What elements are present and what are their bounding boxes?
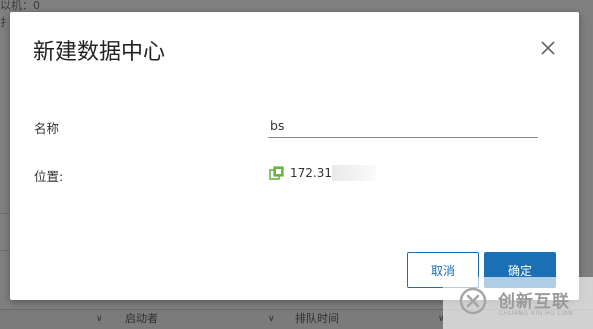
watermark: 创新互联 CHUANG XIN HU LIAN: [443, 277, 593, 329]
dialog-title: 新建数据中心: [33, 40, 166, 65]
column-label: 启动者: [125, 312, 158, 325]
brand-logo-icon: [459, 287, 487, 315]
background-column-chevron[interactable]: ∨: [96, 309, 106, 329]
watermark-subtitle: CHUANG XIN HU LIAN: [499, 310, 574, 317]
watermark-brand: 创新互联: [498, 292, 570, 312]
close-button[interactable]: [538, 38, 558, 58]
background-column-queue-time[interactable]: 排队时间 ∨: [295, 309, 455, 329]
chevron-down-icon: ∨: [268, 314, 275, 324]
new-datacenter-dialog: 新建数据中心 名称 位置: 172.31. 取消 确定: [10, 12, 579, 300]
chevron-down-icon: ∨: [96, 314, 103, 324]
name-label: 名称: [34, 121, 60, 136]
background-divider: [0, 213, 10, 214]
column-label: 排队时间: [295, 312, 339, 325]
name-input[interactable]: [268, 114, 538, 138]
background-column-initiator[interactable]: 启动者 ∨: [125, 309, 285, 329]
location-value: 172.31.: [290, 166, 336, 180]
location-label: 位置:: [34, 169, 64, 184]
datacenter-host-icon: [269, 166, 284, 180]
background-divider: [0, 250, 10, 251]
close-icon: [541, 41, 555, 55]
background-vm-count: 以机：0: [0, 0, 40, 12]
redacted-region: [332, 165, 376, 181]
